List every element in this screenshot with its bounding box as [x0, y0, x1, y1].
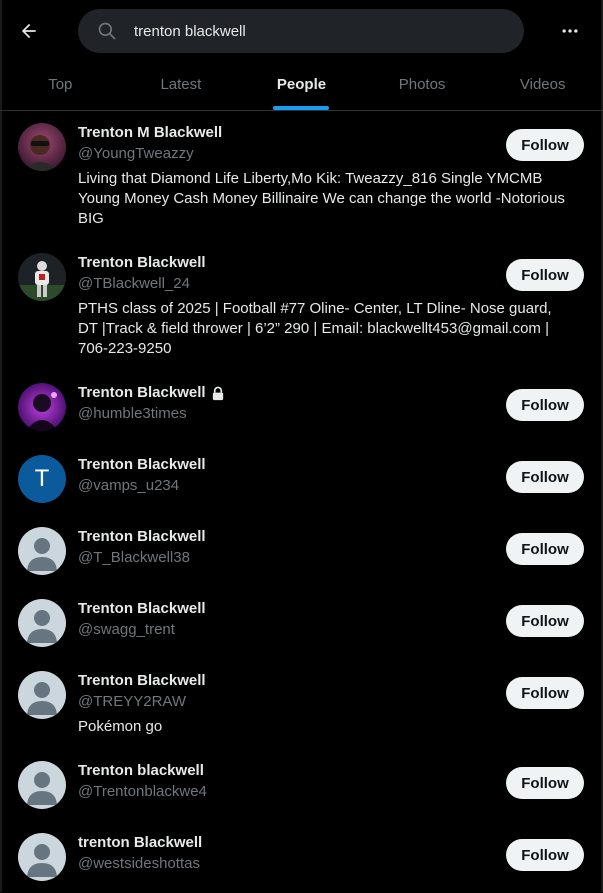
follow-button[interactable]: Follow: [506, 839, 584, 871]
tab-label: Videos: [519, 76, 566, 93]
default-avatar-icon: [18, 833, 66, 881]
default-avatar-icon: [18, 671, 66, 719]
user-name[interactable]: Trenton Blackwell: [78, 455, 206, 475]
user-cell[interactable]: Trenton blackwell @Trentonblackwe4 Follo…: [0, 749, 603, 821]
avatar[interactable]: [18, 761, 66, 809]
user-cell[interactable]: Trenton Blackwell @TREYY2RAW Pokémon go …: [0, 659, 603, 749]
user-name[interactable]: Trenton blackwell: [78, 761, 204, 781]
user-name[interactable]: Trenton Blackwell: [78, 671, 206, 691]
user-name[interactable]: Trenton M Blackwell: [78, 123, 222, 143]
user-cell[interactable]: Trenton M Blackwell @YoungTweazzy Living…: [0, 111, 603, 241]
user-name[interactable]: Trenton Blackwell: [78, 599, 206, 619]
more-dots-icon: [562, 29, 578, 33]
user-name[interactable]: Trenton Blackwell: [78, 383, 206, 403]
avatar[interactable]: [18, 123, 66, 171]
avatar-image: [18, 383, 66, 431]
tab-label: People: [276, 76, 327, 93]
tab-label: Latest: [160, 76, 202, 93]
avatar[interactable]: T: [18, 455, 66, 503]
search-header: trenton blackwell: [0, 0, 603, 62]
follow-button[interactable]: Follow: [506, 389, 584, 421]
tab-label: Top: [48, 76, 73, 93]
avatar-letter: T: [34, 465, 50, 492]
avatar[interactable]: [18, 527, 66, 575]
user-name[interactable]: Trenton Blackwell: [78, 527, 206, 547]
tab-latest[interactable]: Latest: [121, 62, 242, 110]
user-bio: Pokémon go: [78, 718, 163, 735]
follow-button[interactable]: Follow: [506, 259, 584, 291]
people-list: Trenton M Blackwell @YoungTweazzy Living…: [0, 111, 603, 893]
default-avatar-icon: [18, 527, 66, 575]
back-button[interactable]: [12, 14, 46, 48]
search-query: trenton blackwell: [134, 22, 246, 40]
back-arrow-icon: [21, 23, 36, 39]
avatar[interactable]: [18, 253, 66, 301]
user-cell[interactable]: T Trenton Blackwell @vamps_u234 Follow: [0, 443, 603, 515]
tab-photos[interactable]: Photos: [362, 62, 483, 110]
follow-button[interactable]: Follow: [506, 767, 584, 799]
search-icon: [98, 22, 116, 40]
more-options-button[interactable]: [553, 14, 587, 48]
user-bio: Living that Diamond Life Liberty,Mo Kik:…: [78, 170, 565, 227]
avatar[interactable]: [18, 599, 66, 647]
avatar[interactable]: [18, 383, 66, 431]
user-bio: PTHS class of 2025 | Football #77 Oline-…: [78, 300, 552, 357]
follow-button[interactable]: Follow: [506, 129, 584, 161]
user-name[interactable]: Trenton Blackwell: [78, 253, 206, 273]
user-cell[interactable]: trenton Blackwell @westsideshottas Follo…: [0, 821, 603, 893]
tab-top[interactable]: Top: [0, 62, 121, 110]
search-input[interactable]: trenton blackwell: [78, 9, 524, 53]
default-avatar-icon: [18, 761, 66, 809]
search-tabs: Top Latest People Photos Videos: [0, 62, 603, 111]
user-cell[interactable]: Trenton Blackwell @T_Blackwell38 Follow: [0, 515, 603, 587]
tab-people[interactable]: People: [241, 62, 362, 110]
avatar-image: [18, 253, 66, 301]
user-cell[interactable]: Trenton Blackwell @TBlackwell_24 PTHS cl…: [0, 241, 603, 371]
tab-label: Photos: [398, 76, 446, 93]
avatar-image: [18, 123, 66, 171]
avatar[interactable]: [18, 671, 66, 719]
follow-button[interactable]: Follow: [506, 605, 584, 637]
follow-button[interactable]: Follow: [506, 677, 584, 709]
user-cell[interactable]: Trenton Blackwell @swagg_trent Follow: [0, 587, 603, 659]
active-tab-indicator: [273, 106, 330, 110]
avatar[interactable]: [18, 833, 66, 881]
default-avatar-icon: [18, 599, 66, 647]
follow-button[interactable]: Follow: [506, 461, 584, 493]
follow-button[interactable]: Follow: [506, 533, 584, 565]
tab-videos[interactable]: Videos: [482, 62, 603, 110]
user-name[interactable]: trenton Blackwell: [78, 833, 202, 853]
lock-icon: [212, 386, 223, 400]
user-cell[interactable]: Trenton Blackwell @humble3times Follow: [0, 371, 603, 443]
